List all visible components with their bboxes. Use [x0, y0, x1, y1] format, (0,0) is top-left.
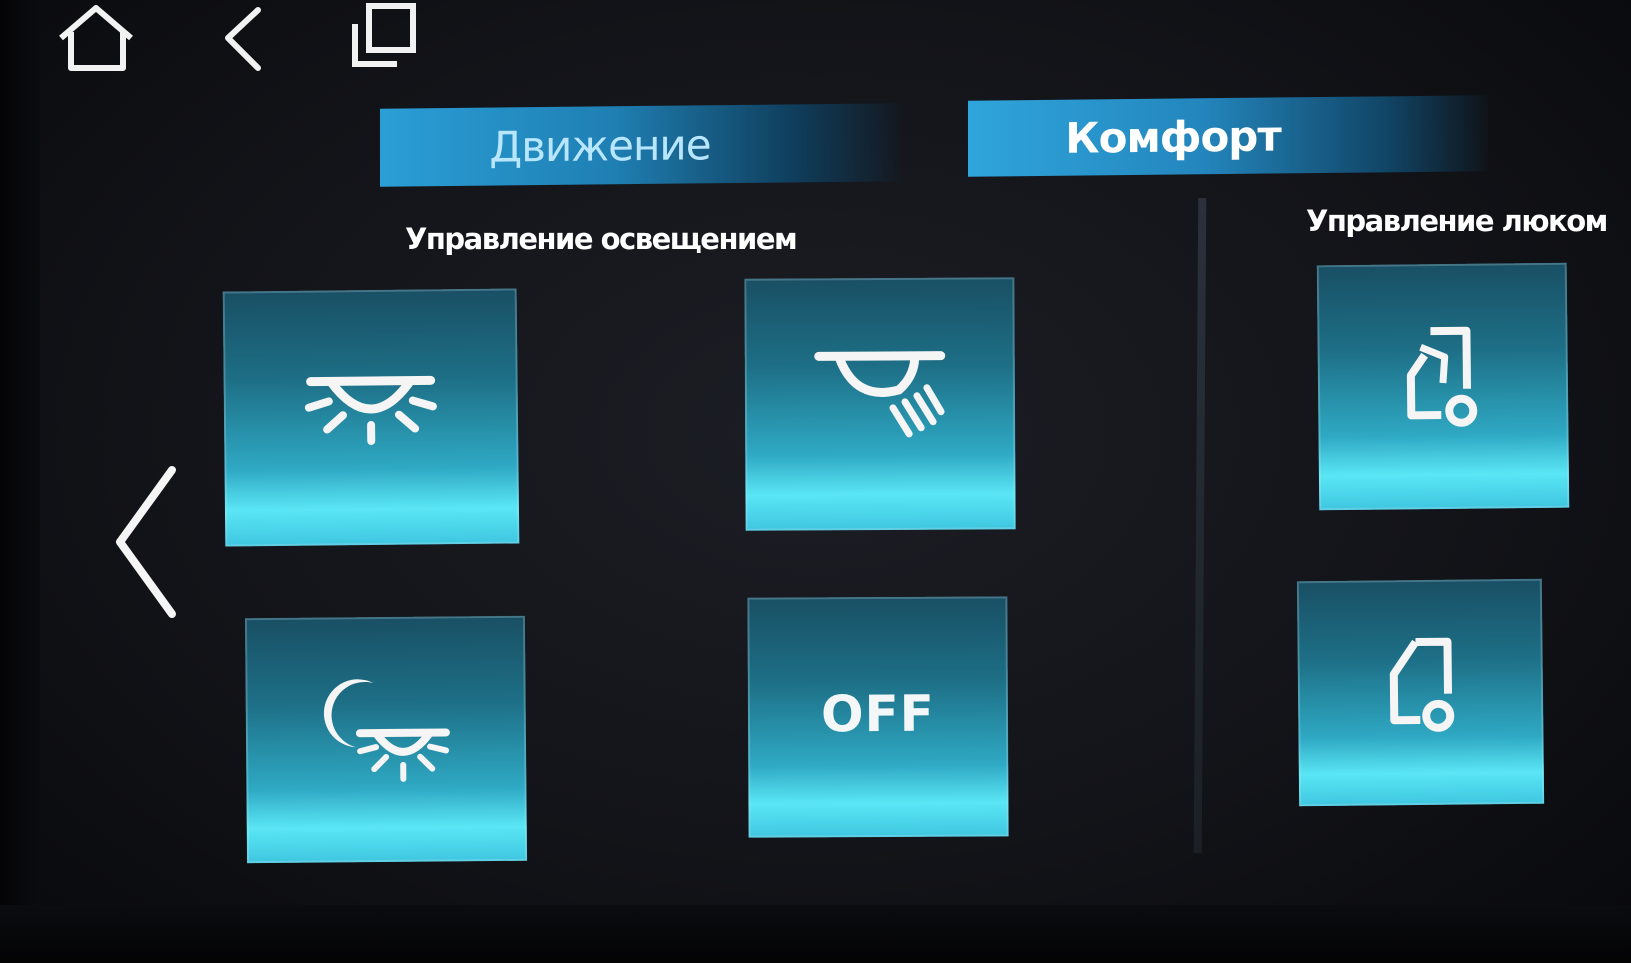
tab-drive-label: Движение	[489, 119, 711, 172]
sunroof-open-button[interactable]	[1316, 262, 1570, 511]
night-dome-light-icon	[323, 679, 450, 782]
dome-light-button[interactable]	[222, 288, 520, 547]
lights-off-icon: OFF	[820, 684, 936, 744]
tab-comfort-label: Комфорт	[1065, 110, 1281, 163]
sunroof-section-title: Управление люком	[1306, 204, 1608, 238]
infotainment-screen: Движение Комфорт Управление освещением У…	[0, 0, 1631, 963]
lights-off-button[interactable]: OFF	[747, 596, 1009, 838]
home-icon[interactable]	[55, 2, 137, 74]
sunroof-closed-icon	[1389, 637, 1454, 732]
screen-bezel-left	[0, 0, 40, 963]
tab-drive[interactable]: Движение	[380, 103, 900, 187]
tab-comfort[interactable]: Комфорт	[968, 95, 1488, 177]
back-icon[interactable]	[218, 6, 268, 72]
sunroof-open-icon	[1406, 326, 1478, 427]
screen-bezel-bottom	[0, 905, 1631, 963]
night-light-button[interactable]	[244, 615, 528, 864]
lighting-section-title: Управление освещением	[405, 222, 798, 256]
section-divider	[1193, 197, 1207, 854]
headlight-dome-icon	[304, 376, 437, 446]
recent-apps-icon[interactable]	[345, 0, 425, 72]
previous-page-arrow-icon[interactable]	[108, 462, 186, 622]
map-reading-light-icon	[814, 351, 946, 438]
map-light-button[interactable]	[744, 277, 1016, 531]
sunroof-close-button[interactable]	[1296, 578, 1545, 807]
